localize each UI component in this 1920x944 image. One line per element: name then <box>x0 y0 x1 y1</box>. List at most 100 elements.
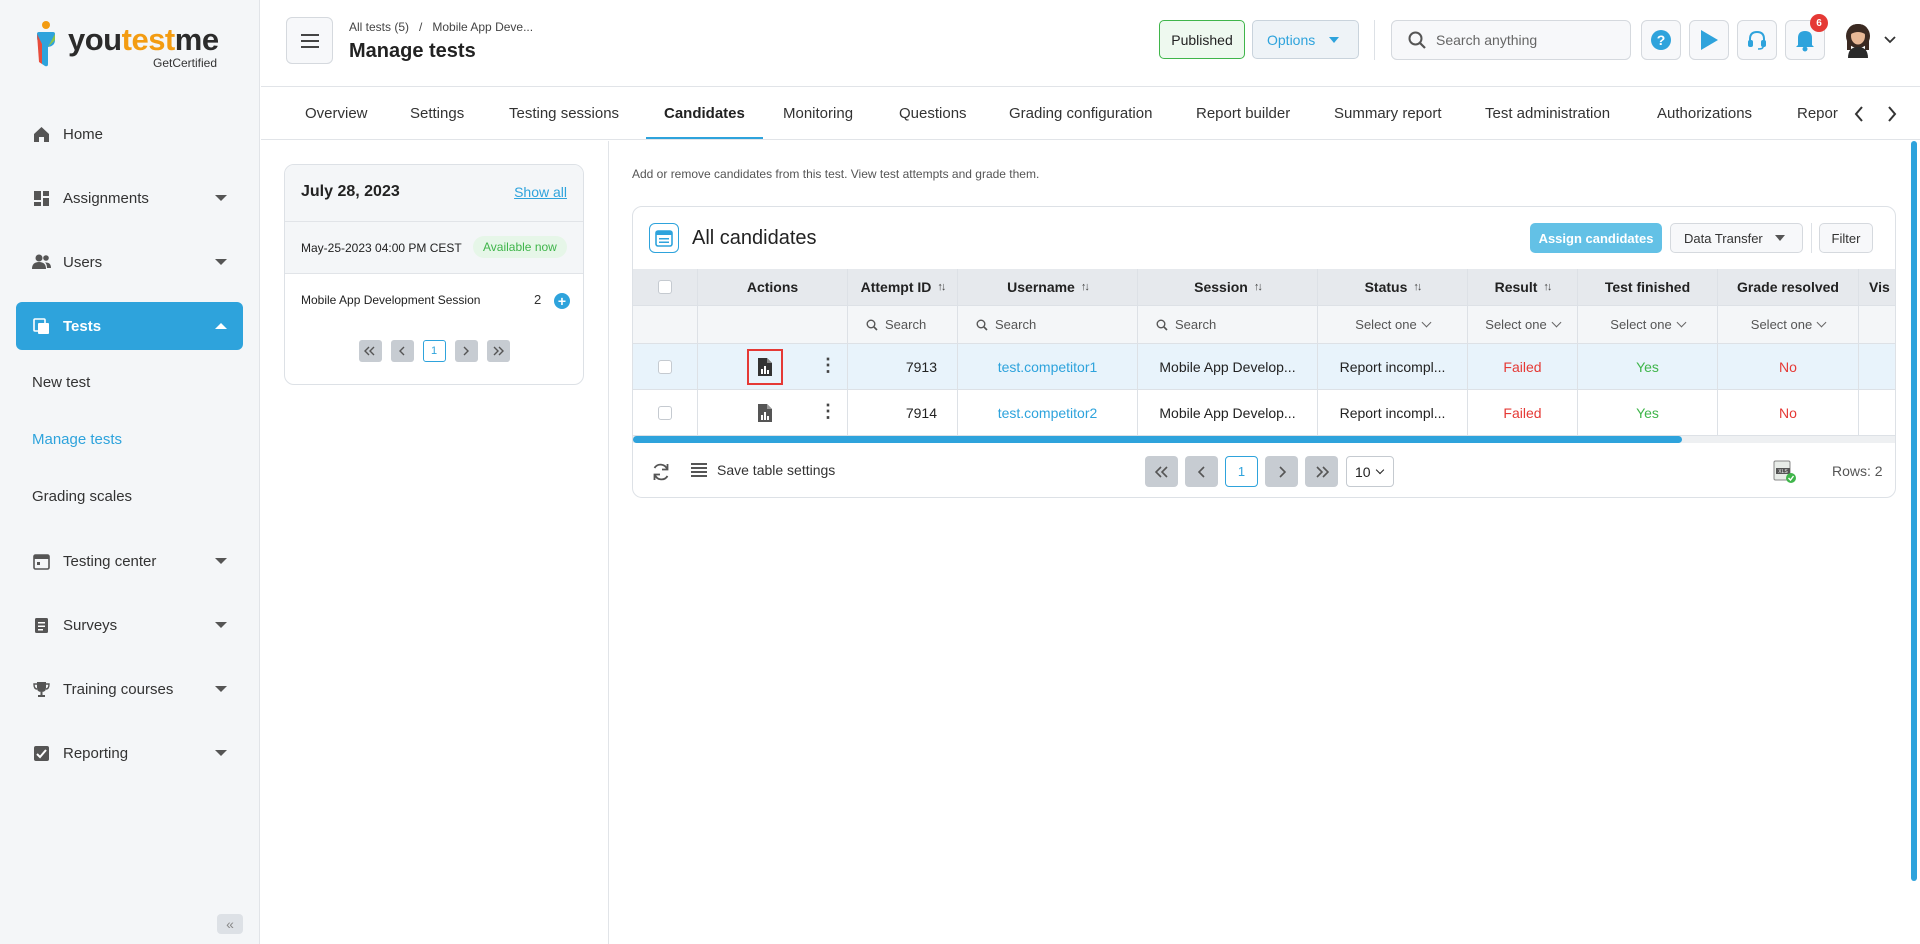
rows-per-page-select[interactable]: 10 <box>1346 456 1394 487</box>
last-page-button[interactable] <box>1305 456 1338 487</box>
next-page-button[interactable] <box>1265 456 1298 487</box>
attempt-id-search-input[interactable]: Search <box>848 306 958 343</box>
grade-resolved-filter-select[interactable]: Select one <box>1718 306 1859 343</box>
menu-toggle-button[interactable] <box>286 17 333 64</box>
options-button[interactable]: Options <box>1252 20 1359 59</box>
row-checkbox[interactable] <box>658 359 672 374</box>
sort-icon[interactable]: ↑↓ <box>1413 281 1422 293</box>
collapse-sidebar-button[interactable]: « <box>217 914 243 934</box>
chevron-up-icon <box>215 323 227 329</box>
first-page-button[interactable] <box>1145 456 1178 487</box>
breadcrumb-all-tests[interactable]: All tests (5) <box>349 20 409 34</box>
notifications-button[interactable]: 6 <box>1785 14 1828 60</box>
candidates-card: All candidates Assign candidates Data Tr… <box>632 206 1896 498</box>
avatar[interactable] <box>1842 22 1874 58</box>
sidebar-item-training-courses[interactable]: Training courses <box>16 665 243 713</box>
help-button[interactable]: ? <box>1641 20 1681 60</box>
assignments-icon <box>32 189 51 208</box>
more-actions-icon[interactable]: ⋮ <box>819 402 837 420</box>
tab-report-builder[interactable]: Report builder <box>1196 88 1290 139</box>
current-page-button[interactable]: 1 <box>1225 456 1258 487</box>
sort-icon[interactable]: ↑↓ <box>1543 281 1552 293</box>
sort-icon[interactable]: ↑↓ <box>1081 281 1090 293</box>
table-row[interactable]: ⋮ 7914 test.competitor2 Mobile App Devel… <box>633 390 1895 436</box>
username-link[interactable]: test.competitor1 <box>958 344 1138 389</box>
published-button[interactable]: Published <box>1159 20 1245 59</box>
play-button[interactable] <box>1689 20 1729 60</box>
test-finished-filter-select[interactable]: Select one <box>1578 306 1718 343</box>
next-page-button[interactable] <box>454 340 478 362</box>
tab-test-administration[interactable]: Test administration <box>1485 88 1610 139</box>
col-attempt-id[interactable]: Attempt ID ↑↓ <box>848 269 958 305</box>
first-page-button[interactable] <box>358 340 382 362</box>
save-table-settings-button[interactable]: Save table settings <box>691 462 835 478</box>
sidebar-item-tests[interactable]: Tests <box>16 302 243 350</box>
global-search-input[interactable]: Search anything <box>1391 20 1631 60</box>
support-button[interactable] <box>1737 20 1777 60</box>
show-all-link[interactable]: Show all <box>514 184 567 200</box>
prev-page-button[interactable] <box>1185 456 1218 487</box>
tab-grading-configuration[interactable]: Grading configuration <box>1009 88 1152 139</box>
tab-summary-report[interactable]: Summary report <box>1334 88 1442 139</box>
col-grade-resolved-label: Grade resolved <box>1737 279 1839 295</box>
export-xls-icon[interactable]: XLS <box>1772 460 1798 484</box>
sidebar-item-users[interactable]: Users <box>16 238 243 286</box>
session-card-header: July 28, 2023 Show all <box>285 165 583 222</box>
assign-candidates-button[interactable]: Assign candidates <box>1530 223 1662 253</box>
sort-icon[interactable]: ↑↓ <box>1254 281 1263 293</box>
logo-tagline: GetCertified <box>153 56 218 70</box>
scrollbar-thumb[interactable] <box>633 436 1683 443</box>
filter-button[interactable]: Filter <box>1819 223 1873 253</box>
prev-page-button[interactable] <box>390 340 414 362</box>
table-row[interactable]: ⋮ 7913 test.competitor1 Mobile App Devel… <box>633 344 1895 390</box>
session-item[interactable]: Mobile App Development Session 2 + <box>285 274 583 326</box>
result-filter-select[interactable]: Select one <box>1468 306 1578 343</box>
tab-monitoring[interactable]: Monitoring <box>783 88 853 139</box>
current-page-button[interactable]: 1 <box>422 340 446 362</box>
options-label: Options <box>1267 31 1316 48</box>
col-session[interactable]: Session ↑↓ <box>1138 269 1318 305</box>
table-horizontal-scrollbar[interactable] <box>633 436 1895 443</box>
chevron-down-icon[interactable] <box>1884 36 1896 44</box>
username-link[interactable]: test.competitor2 <box>958 390 1138 435</box>
status-filter-select[interactable]: Select one <box>1318 306 1468 343</box>
sidebar-sub-manage-tests[interactable]: Manage tests <box>32 431 122 448</box>
chevron-down-icon <box>215 750 227 756</box>
last-page-button[interactable] <box>486 340 510 362</box>
tabs-scroll-left-button[interactable] <box>1849 104 1869 124</box>
sort-icon[interactable]: ↑↓ <box>937 281 946 293</box>
add-candidate-plus-icon[interactable]: + <box>554 293 570 309</box>
session-search-input[interactable]: Search <box>1138 306 1318 343</box>
tab-questions[interactable]: Questions <box>899 88 967 139</box>
username-search-input[interactable]: Search <box>958 306 1138 343</box>
sidebar-sub-grading-scales[interactable]: Grading scales <box>32 488 132 505</box>
tabs-scroll-right-button[interactable] <box>1882 104 1902 124</box>
breadcrumb-current-test[interactable]: Mobile App Deve... <box>432 20 533 34</box>
tab-candidates[interactable]: Candidates <box>646 88 763 139</box>
row-checkbox[interactable] <box>658 405 672 420</box>
search-icon <box>866 319 878 331</box>
refresh-icon[interactable] <box>651 462 671 482</box>
col-status[interactable]: Status ↑↓ <box>1318 269 1468 305</box>
col-username[interactable]: Username ↑↓ <box>958 269 1138 305</box>
sidebar-item-testing-center[interactable]: Testing center <box>16 537 243 585</box>
page-vertical-scrollbar[interactable] <box>1911 141 1917 881</box>
tab-overview[interactable]: Overview <box>305 88 368 139</box>
sidebar-sub-new-test[interactable]: New test <box>32 374 90 391</box>
select-all-checkbox[interactable] <box>658 280 672 294</box>
view-report-button[interactable] <box>747 395 783 431</box>
tab-reports-truncated[interactable]: Repor <box>1797 88 1840 139</box>
session-time-row[interactable]: May-25-2023 04:00 PM CEST Available now <box>285 222 583 274</box>
view-report-button[interactable] <box>747 348 783 385</box>
more-actions-icon[interactable]: ⋮ <box>819 356 837 374</box>
sidebar-item-assignments[interactable]: Assignments <box>16 174 243 222</box>
tab-authorizations[interactable]: Authorizations <box>1657 88 1752 139</box>
sidebar-item-surveys[interactable]: Surveys <box>16 601 243 649</box>
col-test-finished-label: Test finished <box>1604 279 1691 295</box>
sidebar-item-home[interactable]: Home <box>16 110 243 158</box>
sidebar-item-reporting[interactable]: Reporting <box>16 729 243 777</box>
col-result[interactable]: Result ↑↓ <box>1468 269 1578 305</box>
tab-settings[interactable]: Settings <box>410 88 464 139</box>
tab-testing-sessions[interactable]: Testing sessions <box>509 88 619 139</box>
data-transfer-button[interactable]: Data Transfer <box>1670 223 1803 253</box>
